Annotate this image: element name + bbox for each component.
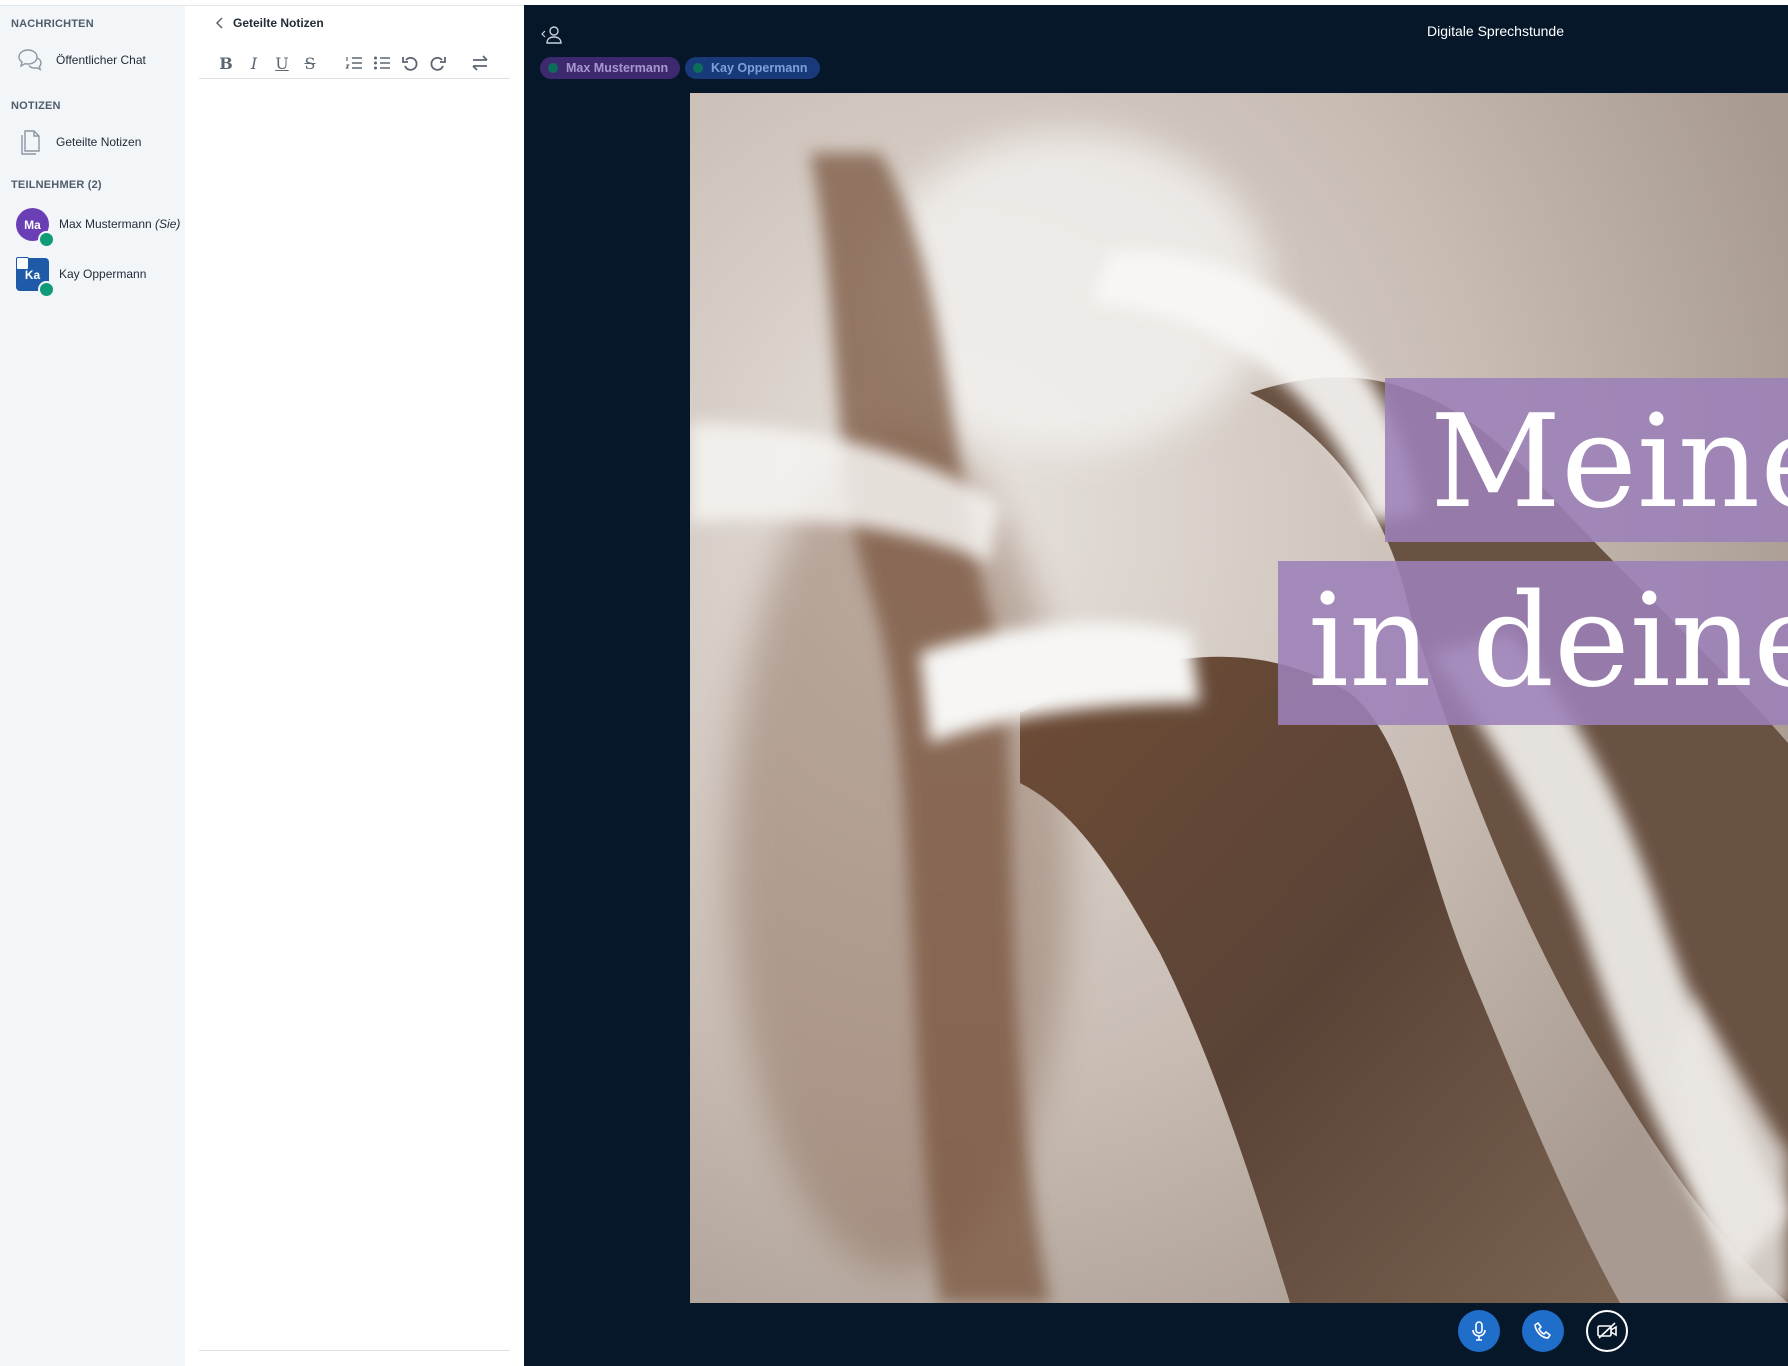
voice-status-icon: [38, 231, 55, 248]
audio-phone-button[interactable]: [1522, 1310, 1564, 1352]
shared-notes-label: Geteilte Notizen: [56, 135, 142, 149]
messages-section-title: NACHRICHTEN: [11, 18, 94, 30]
swap-icon: [472, 55, 488, 71]
notes-title: Geteilte Notizen: [233, 16, 324, 30]
ordered-list-icon: [345, 57, 362, 69]
undo-button[interactable]: [399, 52, 421, 74]
chat-icon: [18, 49, 42, 71]
user-name: Max Mustermann (Sie): [59, 217, 181, 231]
talking-indicator-icon: [548, 63, 558, 73]
user-list-sidebar: NACHRICHTEN Öffentlicher Chat NOTIZEN Ge…: [0, 6, 185, 1366]
voice-status-icon: [38, 281, 55, 298]
meeting-title: Digitale Sprechstunde: [1427, 23, 1564, 39]
notes-back-button[interactable]: Geteilte Notizen: [215, 16, 324, 30]
chevron-left-icon: [215, 17, 223, 29]
microphone-button[interactable]: [1458, 1310, 1500, 1352]
main-presentation-area: Digitale Sprechstunde Max Mustermann Kay…: [524, 5, 1788, 1366]
talker-max: Max Mustermann: [540, 57, 681, 79]
moderator-icon: [16, 257, 29, 270]
video-off-icon: [1597, 1322, 1617, 1339]
participants-section-title: TEILNEHMER (2): [11, 179, 102, 191]
bullet-list-icon: [374, 56, 390, 70]
user-item-kay[interactable]: Ka Kay Oppermann: [0, 252, 185, 298]
slide-heading-line-1: Meine: [1430, 388, 1788, 537]
notes-editor[interactable]: [199, 86, 510, 1346]
bullet-list-button[interactable]: [371, 52, 393, 74]
talker-kay: Kay Oppermann: [685, 57, 820, 79]
microphone-icon: [1472, 1321, 1486, 1341]
talking-indicator-icon: [693, 63, 703, 73]
user-item-max[interactable]: Ma Max Mustermann (Sie): [0, 202, 185, 248]
public-chat-label: Öffentlicher Chat: [56, 53, 146, 67]
shared-notes-item[interactable]: Geteilte Notizen: [0, 120, 185, 164]
swap-direction-button[interactable]: [469, 52, 491, 74]
phone-icon: [1534, 1322, 1551, 1339]
notes-section-title: NOTIZEN: [11, 100, 61, 112]
notes-bottom-divider: [199, 1350, 510, 1351]
bold-button[interactable]: B: [215, 52, 237, 74]
ordered-list-button[interactable]: [343, 52, 365, 74]
video-button[interactable]: [1586, 1310, 1628, 1352]
undo-icon: [402, 56, 418, 71]
user-name: Kay Oppermann: [59, 267, 147, 281]
redo-button[interactable]: [427, 52, 449, 74]
notes-toolbar: B I U S: [199, 46, 510, 79]
notes-icon: [21, 130, 40, 155]
slide-heading-line-2: in deiner: [1308, 567, 1788, 716]
talker-name: Kay Oppermann: [711, 61, 808, 75]
underline-button[interactable]: U: [271, 52, 293, 74]
strikethrough-button[interactable]: S: [299, 52, 321, 74]
shared-notes-panel: Geteilte Notizen B I U S: [185, 6, 524, 1366]
talker-name: Max Mustermann: [566, 61, 669, 75]
public-chat-item[interactable]: Öffentlicher Chat: [0, 38, 185, 82]
italic-button[interactable]: I: [243, 52, 265, 74]
presentation-slide[interactable]: Meine in deiner: [690, 93, 1788, 1303]
redo-icon: [430, 56, 446, 71]
